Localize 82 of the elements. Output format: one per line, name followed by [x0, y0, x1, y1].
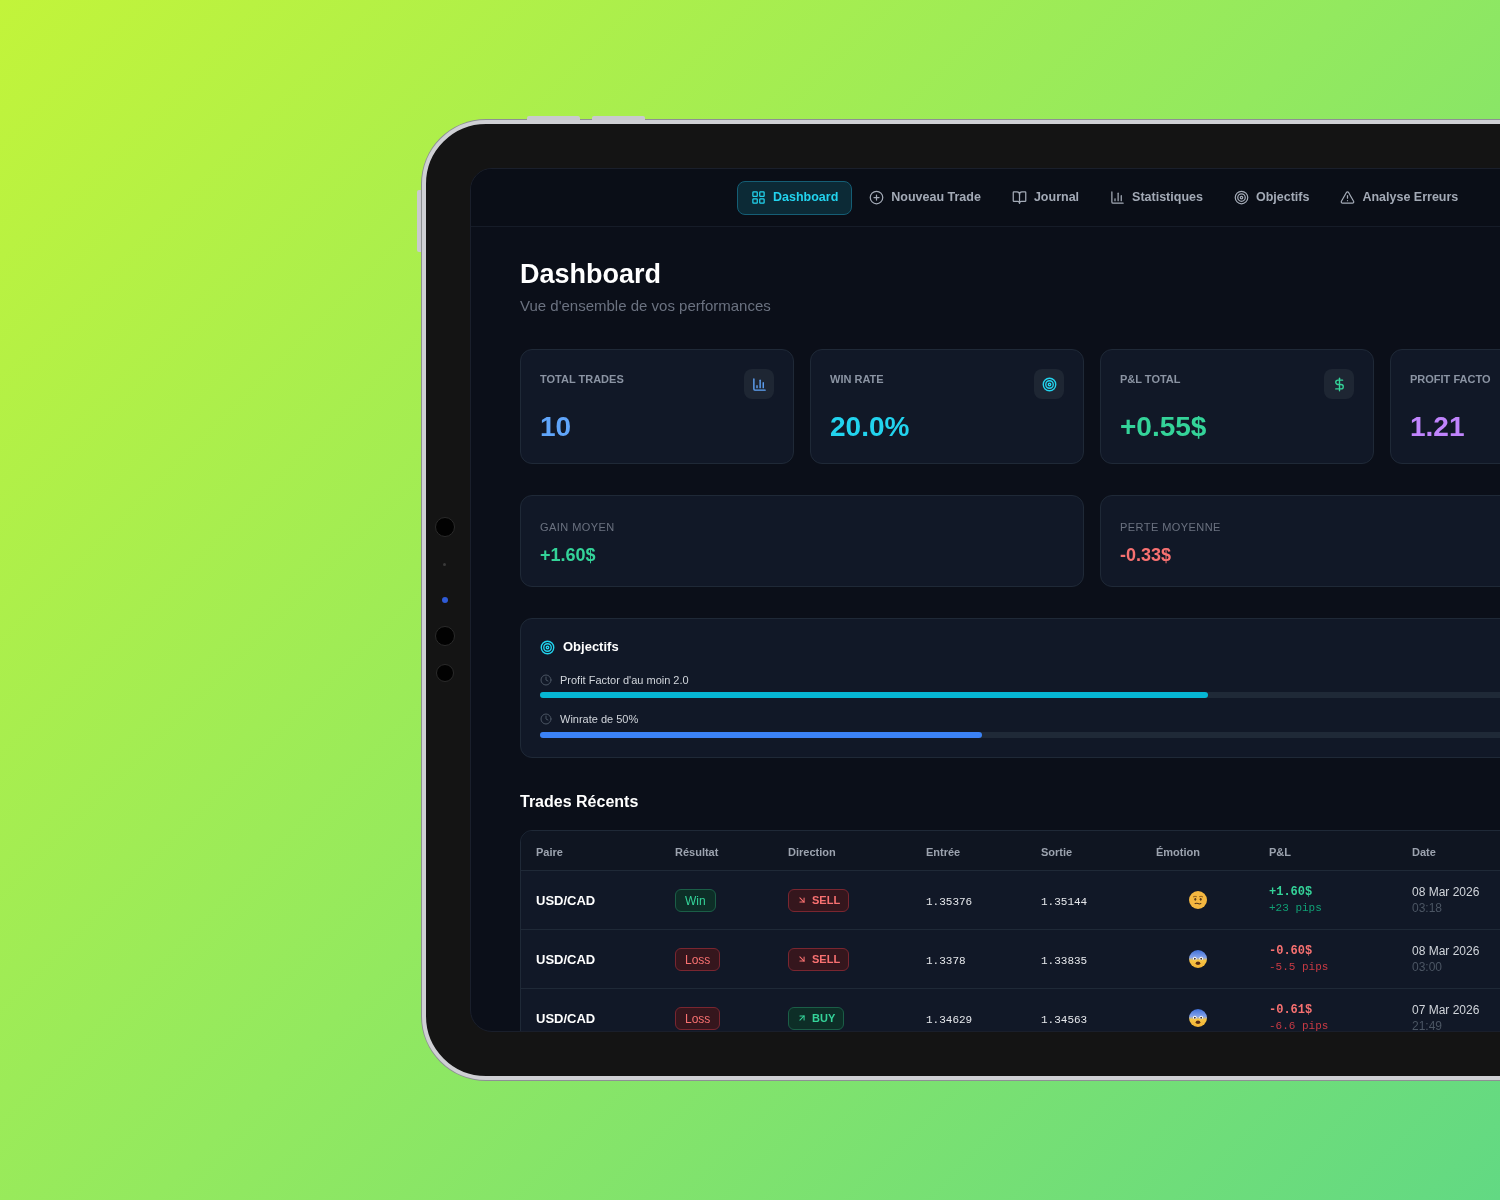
result-badge: Loss [675, 1007, 721, 1031]
nav-tab[interactable]: Journal [997, 180, 1094, 215]
column-header: Résultat [675, 845, 719, 858]
result-badge: Loss [675, 948, 721, 972]
section-title: Trades Récents [520, 792, 639, 812]
nav-tab[interactable]: Statistiques [1096, 180, 1217, 215]
top-button[interactable] [592, 116, 645, 120]
stat-label: TOTAL TRADES [540, 372, 624, 387]
sensor-icon [436, 664, 454, 682]
pnl-amount: +1.60$ [1269, 884, 1313, 900]
column-header: Sortie [1041, 845, 1073, 858]
sensor-icon [435, 517, 455, 537]
direction-label: BUY [812, 1010, 836, 1026]
average-label: PERTE MOYENNE [1120, 520, 1221, 535]
book-icon [1011, 190, 1027, 205]
nav-tab[interactable]: Nouveau Trade [855, 180, 995, 215]
average-value: +1.60$ [540, 544, 596, 567]
pnl-pips: +23 pips [1269, 901, 1322, 916]
dollar-icon [1324, 369, 1354, 399]
target-icon [1034, 369, 1064, 399]
stat-value: 10 [540, 410, 572, 444]
trade-date: 08 Mar 2026 [1412, 884, 1480, 900]
column-header: Date [1412, 845, 1436, 858]
pnl-pips: -5.5 pips [1269, 960, 1329, 975]
trade-date: 08 Mar 2026 [1412, 943, 1480, 959]
average-label: GAIN MOYEN [540, 520, 615, 535]
average-value: -0.33$ [1120, 544, 1172, 567]
goal-label: Profit Factor d'au moin 2.0 [560, 672, 689, 688]
camera-icon [442, 597, 448, 603]
nav-tab[interactable]: Dashboard [737, 180, 853, 215]
clock-icon [540, 713, 552, 725]
trade-time: 03:18 [1412, 900, 1443, 916]
sensor-icon [435, 626, 455, 646]
column-header: P&L [1269, 845, 1291, 858]
trade-time: 03:00 [1412, 959, 1443, 975]
column-header: Paire [536, 845, 563, 858]
stat-label: P&L TOTAL [1120, 372, 1181, 387]
up-right-arrow-icon [797, 1013, 807, 1023]
grid-icon [751, 190, 766, 205]
goals-title: Objectifs [563, 638, 619, 657]
nav-tab[interactable]: Analyse Erreurs [1326, 180, 1473, 215]
page-title: Dashboard [520, 258, 662, 291]
top-button[interactable] [527, 116, 580, 120]
plus-circle-icon [869, 190, 885, 205]
stat-value: 20.0% [830, 410, 910, 444]
exit-price: 1.35144 [1041, 896, 1088, 908]
direction-label: SELL [812, 951, 841, 967]
pair-name: USD/CAD [536, 952, 596, 967]
sensor-icon [443, 563, 446, 566]
pnl-pips: -6.6 pips [1269, 1019, 1329, 1031]
pair-name: USD/CAD [536, 1011, 596, 1026]
bar-chart-icon [744, 369, 774, 399]
pnl-amount: -0.61$ [1269, 1002, 1313, 1018]
warning-icon [1340, 190, 1356, 205]
result-badge: Win [675, 889, 716, 913]
target-icon [1233, 190, 1249, 205]
pair-name: USD/CAD [536, 893, 596, 908]
stat-value: 1.21 [1410, 410, 1465, 444]
down-right-arrow-icon [797, 954, 807, 964]
nav-tab[interactable]: Objectifs [1219, 180, 1324, 215]
direction-label: SELL [812, 892, 841, 908]
stat-label: PROFIT FACTO [1410, 372, 1491, 387]
column-header: Entrée [926, 845, 961, 858]
entry-price: 1.35376 [926, 896, 973, 908]
column-header: Émotion [1156, 845, 1200, 858]
goal-label: Winrate de 50% [560, 711, 639, 727]
entry-price: 1.34629 [926, 1014, 973, 1026]
trade-time: 21:49 [1412, 1018, 1443, 1031]
pnl-amount: -0.60$ [1269, 943, 1313, 959]
exit-price: 1.33835 [1041, 955, 1088, 967]
exit-price: 1.34563 [1041, 1014, 1088, 1026]
side-button[interactable] [417, 190, 421, 252]
stat-value: +0.55$ [1120, 410, 1207, 444]
stat-label: WIN RATE [830, 372, 884, 387]
entry-price: 1.3378 [926, 955, 966, 967]
clock-icon [540, 674, 552, 686]
page-subtitle: Vue d'ensemble de vos performances [520, 296, 771, 316]
bar-chart-icon [1110, 190, 1126, 205]
trade-date: 07 Mar 2026 [1412, 1002, 1480, 1018]
column-header: Direction [788, 845, 836, 858]
down-right-arrow-icon [797, 895, 807, 905]
target-icon [540, 639, 555, 655]
